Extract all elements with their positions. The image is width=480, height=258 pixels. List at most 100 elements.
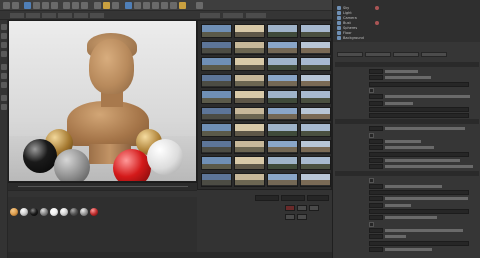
view-menu[interactable] [10, 13, 24, 18]
material-swatch-icon[interactable] [80, 208, 88, 216]
hdri-thumbnail[interactable] [234, 73, 265, 88]
hdri-thumbnail[interactable] [201, 73, 232, 88]
browser-view-menu[interactable] [246, 13, 266, 18]
attribute-slider[interactable] [385, 95, 470, 99]
filter-menu[interactable] [74, 13, 88, 18]
snap-icon[interactable] [1, 95, 7, 101]
hdri-thumbnail[interactable] [201, 40, 232, 55]
attribute-slider[interactable] [385, 216, 437, 220]
hdri-thumbnail[interactable] [300, 40, 331, 55]
attribute-checkbox[interactable] [369, 132, 374, 138]
attribute-slider[interactable] [385, 197, 468, 201]
material-swatch-icon[interactable] [70, 208, 78, 216]
material-swatch-icon[interactable] [90, 208, 98, 216]
material-swatch-icon[interactable] [40, 208, 48, 216]
texture-mode-icon[interactable] [1, 42, 7, 48]
hdri-thumbnail[interactable] [234, 57, 265, 71]
move-tool-icon[interactable] [33, 2, 40, 9]
timeline[interactable] [8, 182, 197, 190]
tab-shadow[interactable] [421, 52, 447, 57]
hdri-thumbnail[interactable] [267, 24, 298, 38]
light-icon[interactable] [179, 2, 186, 9]
tab-main[interactable] [365, 52, 391, 57]
attribute-slider[interactable] [385, 76, 431, 80]
material-swatch-icon[interactable] [60, 208, 68, 216]
object-row[interactable]: Spheres [337, 26, 477, 30]
attribute-value-field[interactable] [369, 75, 383, 81]
model-mode-icon[interactable] [1, 33, 7, 39]
hdri-thumbnail[interactable] [300, 24, 331, 38]
attribute-slider[interactable] [385, 101, 413, 105]
scale-button[interactable] [285, 214, 295, 220]
attribute-section-header[interactable] [335, 119, 479, 125]
attribute-section-header[interactable] [335, 62, 479, 67]
attribute-value-field[interactable] [369, 215, 383, 221]
material-tag-icon[interactable] [375, 6, 379, 10]
render-view-icon[interactable] [94, 2, 101, 9]
attribute-value-field[interactable] [369, 202, 383, 208]
attribute-slider[interactable] [385, 228, 463, 232]
points-mode-icon[interactable] [1, 64, 7, 70]
hdri-thumbnail[interactable] [234, 156, 265, 170]
hdri-thumbnail[interactable] [201, 156, 232, 170]
hdri-thumbnail[interactable] [300, 57, 331, 71]
material-swatch-icon[interactable] [30, 208, 38, 216]
tab-details[interactable] [393, 52, 419, 57]
make-editable-icon[interactable] [1, 24, 7, 30]
browser-file-menu[interactable] [200, 13, 220, 18]
hdri-thumbnail[interactable] [234, 24, 265, 38]
axis-z-icon[interactable] [81, 2, 88, 9]
attribute-value-field[interactable] [369, 246, 383, 252]
attribute-slider[interactable] [385, 140, 421, 143]
attribute-dropdown[interactable] [369, 190, 469, 196]
undo-icon[interactable] [3, 2, 10, 9]
attribute-value-field[interactable] [369, 145, 383, 151]
hdri-thumbnail[interactable] [201, 139, 232, 154]
viewport[interactable] [8, 20, 197, 182]
attribute-value-field[interactable] [369, 69, 383, 74]
hdri-thumbnail[interactable] [201, 123, 232, 137]
attribute-slider[interactable] [385, 184, 442, 188]
material-swatch-icon[interactable] [50, 208, 58, 216]
hdri-thumbnail[interactable] [201, 90, 232, 104]
attribute-slider[interactable] [385, 158, 460, 162]
attribute-dropdown[interactable] [369, 151, 469, 157]
position-x-field[interactable] [255, 195, 279, 201]
attribute-value-field[interactable] [369, 139, 383, 144]
attribute-value-field[interactable] [369, 100, 383, 106]
edges-mode-icon[interactable] [1, 73, 7, 79]
size-x-field[interactable] [281, 195, 305, 201]
object-row[interactable]: Floor [337, 31, 477, 35]
material-tag-icon[interactable] [375, 21, 379, 25]
spline-icon[interactable] [134, 2, 141, 9]
hdri-thumbnail[interactable] [267, 123, 298, 137]
attribute-value-field[interactable] [369, 164, 383, 170]
hdri-thumbnail[interactable] [267, 57, 298, 71]
axis-z-button[interactable] [309, 205, 319, 211]
material-swatch-icon[interactable] [10, 208, 18, 216]
attribute-section-header[interactable] [335, 170, 479, 176]
attribute-slider[interactable] [385, 247, 432, 251]
attribute-dropdown[interactable] [369, 113, 469, 119]
hdri-thumbnail[interactable] [267, 106, 298, 121]
axis-x-button[interactable] [285, 205, 295, 211]
attribute-dropdown[interactable] [369, 81, 469, 87]
hdri-thumbnail[interactable] [300, 106, 331, 121]
attribute-slider[interactable] [385, 127, 465, 131]
material-swatch-icon[interactable] [20, 208, 28, 216]
axis-y-icon[interactable] [72, 2, 79, 9]
hdri-thumbnail[interactable] [201, 57, 232, 71]
attribute-dropdown[interactable] [369, 106, 469, 112]
cameras-menu[interactable] [26, 13, 40, 18]
attribute-checkbox[interactable] [369, 87, 374, 93]
object-row[interactable]: Sky [337, 6, 477, 10]
polygons-mode-icon[interactable] [1, 82, 7, 88]
browser-edit-menu[interactable] [223, 13, 243, 18]
hdri-thumbnail[interactable] [267, 156, 298, 170]
hdri-thumbnail[interactable] [201, 106, 232, 121]
hdri-thumbnail[interactable] [300, 172, 331, 187]
hdri-thumbnail[interactable] [234, 172, 265, 187]
attribute-value-field[interactable] [369, 157, 383, 163]
hdri-thumbnail[interactable] [234, 139, 265, 154]
attribute-checkbox[interactable] [369, 177, 374, 183]
